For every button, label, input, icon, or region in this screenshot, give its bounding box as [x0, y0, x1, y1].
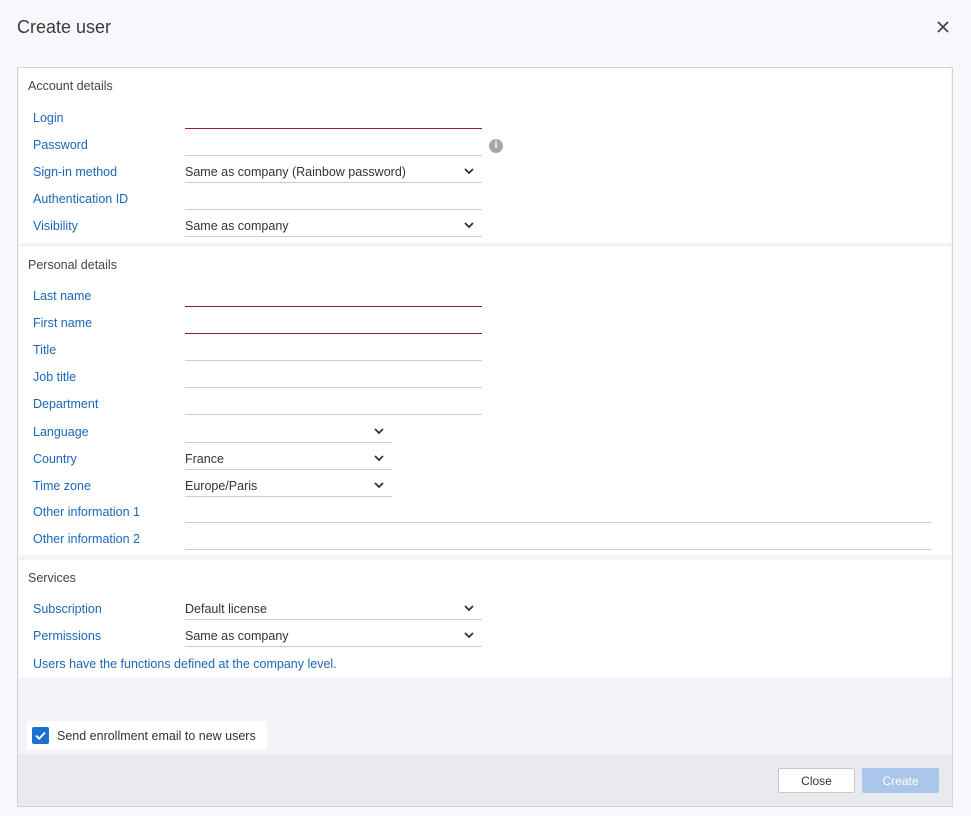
- other-info-2-label: Other information 2: [33, 532, 140, 546]
- enrollment-option[interactable]: Send enrollment email to new users: [27, 721, 267, 750]
- visibility-row: Visibility Same as company: [19, 213, 951, 240]
- department-input[interactable]: [185, 391, 482, 415]
- sign-in-method-select[interactable]: Same as company (Rainbow password): [185, 159, 482, 183]
- job-title-label: Job title: [33, 370, 77, 384]
- permissions-select[interactable]: Same as company: [185, 623, 482, 647]
- password-input[interactable]: [185, 132, 482, 156]
- password-label: Password: [33, 138, 88, 152]
- auth-id-label: Authentication ID: [33, 192, 129, 206]
- account-details-section: Account details Login Password i Sign-in…: [19, 68, 951, 243]
- last-name-input[interactable]: [185, 283, 482, 307]
- auth-id-row: Authentication ID: [19, 186, 951, 213]
- other-info-2-row: Other information 2: [19, 526, 951, 553]
- chevron-down-icon: [374, 428, 384, 435]
- time-zone-select[interactable]: Europe/Paris: [185, 473, 392, 497]
- dialog-title: Create user: [17, 17, 112, 37]
- job-title-input[interactable]: [185, 364, 482, 388]
- language-row: Language: [19, 419, 951, 446]
- last-name-label: Last name: [33, 289, 92, 303]
- section-title-services: Services: [28, 571, 76, 585]
- login-label: Login: [33, 111, 64, 125]
- chevron-down-icon: [464, 632, 474, 639]
- subscription-select[interactable]: Default license: [185, 596, 482, 620]
- enrollment-label: Send enrollment email to new users: [57, 729, 256, 743]
- department-label: Department: [33, 397, 99, 411]
- sign-in-method-row: Sign-in method Same as company (Rainbow …: [19, 159, 951, 186]
- login-row: Login: [19, 105, 951, 132]
- checkmark-icon: [35, 731, 46, 741]
- sign-in-method-label: Sign-in method: [33, 165, 118, 179]
- title-input[interactable]: [185, 337, 482, 361]
- country-label: Country: [33, 452, 77, 466]
- chevron-down-icon: [464, 222, 474, 229]
- subscription-label: Subscription: [33, 602, 102, 616]
- last-name-row: Last name: [19, 283, 951, 310]
- department-row: Department: [19, 391, 951, 418]
- language-label: Language: [33, 425, 89, 439]
- country-row: Country France: [19, 446, 951, 473]
- chevron-down-icon: [374, 455, 384, 462]
- password-row: Password i: [19, 132, 951, 159]
- job-title-row: Job title: [19, 364, 951, 391]
- time-zone-label: Time zone: [33, 479, 91, 493]
- dialog-footer: Close Create: [18, 754, 952, 806]
- title-row: Title: [19, 337, 951, 364]
- login-input[interactable]: [185, 105, 482, 129]
- first-name-label: First name: [33, 316, 93, 330]
- section-title-personal: Personal details: [28, 258, 117, 272]
- chevron-down-icon: [464, 605, 474, 612]
- create-button[interactable]: Create: [862, 768, 939, 793]
- language-select[interactable]: [185, 419, 392, 443]
- time-zone-row: Time zone Europe/Paris: [19, 473, 951, 500]
- info-icon[interactable]: i: [489, 139, 503, 153]
- form-panel: Account details Login Password i Sign-in…: [17, 67, 953, 807]
- first-name-input[interactable]: [185, 310, 482, 334]
- auth-id-input[interactable]: [185, 186, 482, 210]
- services-section: Services Subscription Default license Pe…: [19, 560, 951, 677]
- close-icon[interactable]: [935, 19, 951, 35]
- chevron-down-icon: [464, 168, 474, 175]
- other-info-1-label: Other information 1: [33, 505, 140, 519]
- permissions-row: Permissions Same as company: [19, 623, 951, 650]
- close-button[interactable]: Close: [778, 768, 855, 793]
- enrollment-checkbox[interactable]: [32, 727, 49, 744]
- permissions-label: Permissions: [33, 629, 102, 643]
- title-label: Title: [33, 343, 57, 357]
- services-note: Users have the functions defined at the …: [33, 657, 337, 671]
- other-info-1-input[interactable]: [185, 499, 931, 523]
- personal-details-section: Personal details Last name First name Ti…: [19, 247, 951, 555]
- visibility-label: Visibility: [33, 219, 78, 233]
- subscription-row: Subscription Default license: [19, 596, 951, 623]
- visibility-select[interactable]: Same as company: [185, 213, 482, 237]
- country-select[interactable]: France: [185, 446, 392, 470]
- chevron-down-icon: [374, 482, 384, 489]
- section-title-account: Account details: [28, 79, 113, 93]
- first-name-row: First name: [19, 310, 951, 337]
- other-info-1-row: Other information 1: [19, 499, 951, 526]
- other-info-2-input[interactable]: [185, 526, 931, 550]
